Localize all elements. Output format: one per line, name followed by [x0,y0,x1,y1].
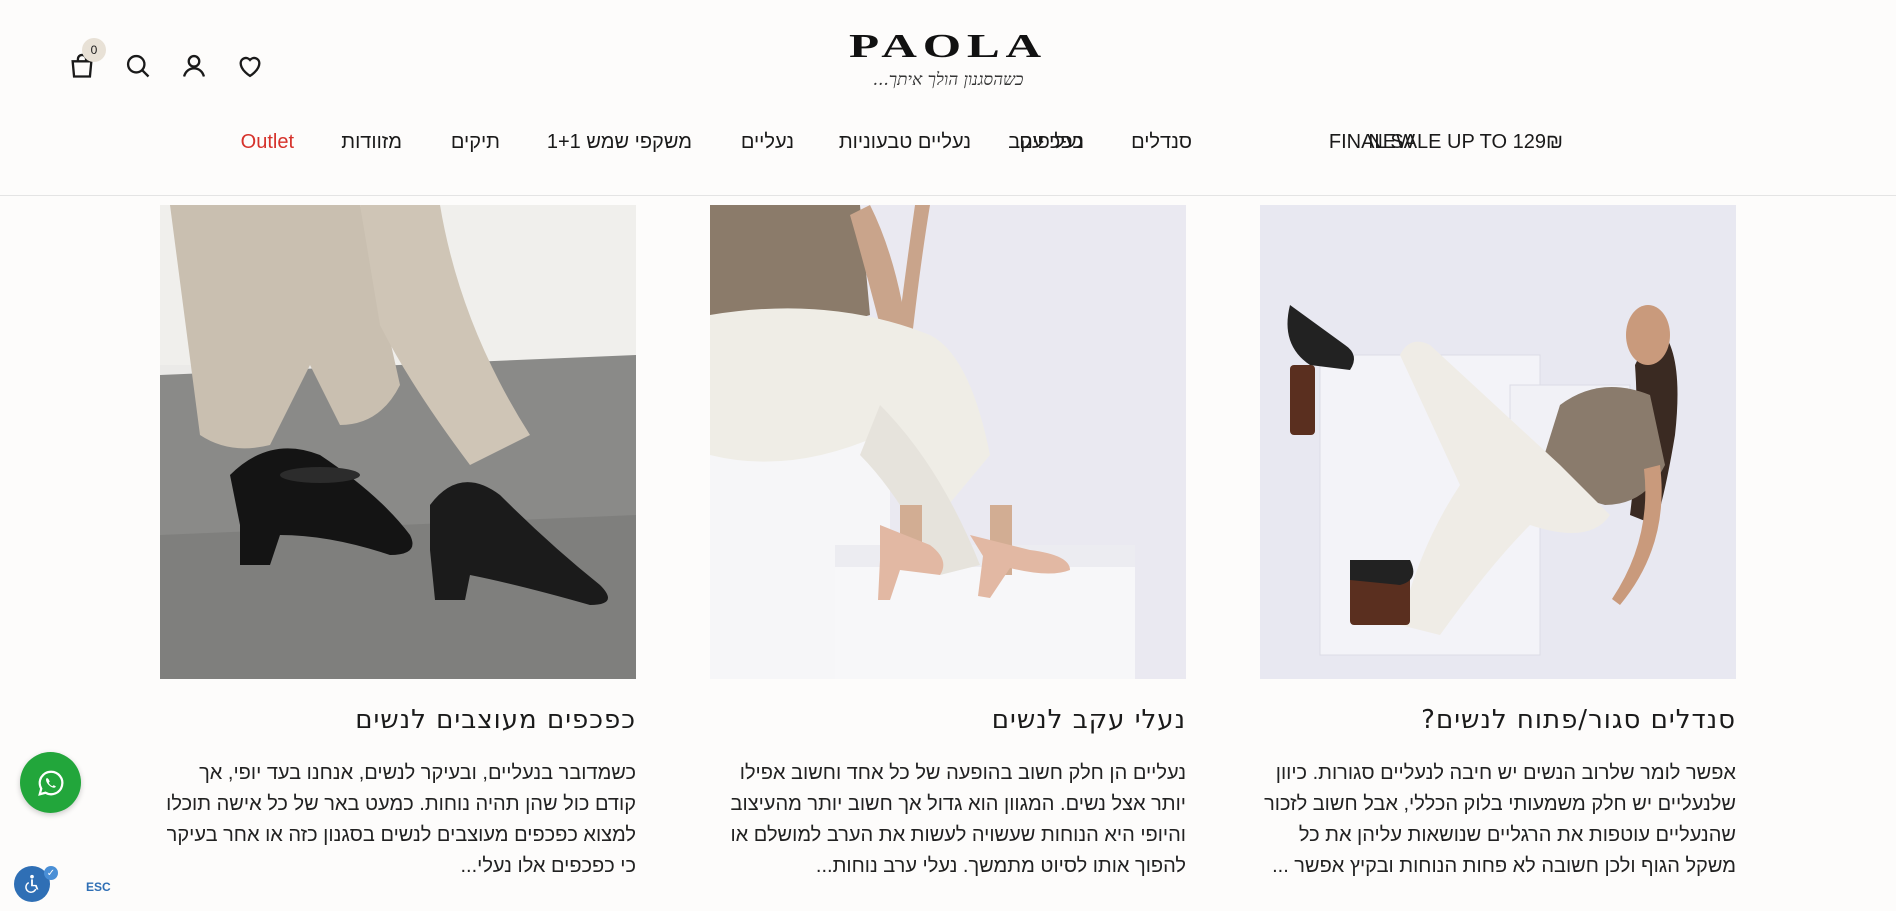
article-image-sandals[interactable] [1260,205,1736,679]
article-excerpt: כשמדובר בנעליים, ובעיקר לנשים, אנחנו בעד… [166,762,636,877]
article-card-heels: נעלי עקב לנשים נעליים הן חלק חשוב בהופעה… [710,205,1186,882]
heart-icon [239,56,261,78]
wishlist-button[interactable] [222,46,278,86]
accessibility-status-icon: ✓ [44,866,58,880]
article-card-slippers: כפכפים מעוצבים לנשים כשמדובר בנעליים, וב… [160,205,636,882]
account-button[interactable] [166,46,222,86]
nav-item-sunglasses[interactable]: משקפי שמש 1+1 [547,131,692,154]
cart-button[interactable]: 0 [54,38,110,86]
article-title[interactable]: כפכפים מעוצבים לנשים [160,705,636,739]
nav-item-slippers[interactable]: כפכפים [1019,131,1083,154]
article-excerpt: נעליים הן חלק חשוב בהופעה של כל אחד וחשו… [730,762,1186,877]
nav-item-final-sale[interactable]: FINAL SALE UP TO 129₪ [1329,131,1563,154]
main-navigation: NEW FINAL SALE UP TO 129₪ נעלי עקב סנדלי… [0,131,1896,167]
user-icon [182,54,206,77]
logo-wordmark: PAOLA [849,28,1047,65]
site-header: 0 PAOLA כשהסגנון הולך איתך... NEW FINAL … [0,0,1896,196]
article-image-heels[interactable] [710,205,1186,679]
search-button[interactable] [110,46,166,86]
article-title[interactable]: נעלי עקב לנשים [710,705,1186,739]
article-title[interactable]: סנדלים סגור/פתוח לנשים? [1260,705,1736,739]
accessibility-icon [25,874,39,893]
nav-item-luggage[interactable]: מזוודות [341,131,402,154]
logo-tagline: כשהסגנון הולך איתך... [872,70,1024,90]
brand-logo[interactable]: PAOLA כשהסגנון הולך איתך... [838,30,1058,104]
cart-count-badge: 0 [82,38,106,62]
article-card-sandals: סנדלים סגור/פתוח לנשים? אפשר לומר שלרוב … [1260,205,1736,882]
nav-item-sandals[interactable]: סנדלים [1131,131,1192,154]
header-icons: 0 [54,38,278,86]
article-image-slippers[interactable] [160,205,636,679]
nav-item-outlet[interactable]: Outlet [241,131,294,154]
whatsapp-button[interactable] [20,752,81,813]
article-excerpt: אפשר לומר שלרוב הנשים יש חיבה לנעליים סג… [1264,762,1736,877]
nav-item-shoes[interactable]: נעליים [741,131,794,154]
nav-item-vegan-shoes[interactable]: נעליים טבעוניות [839,131,971,154]
whatsapp-icon [37,770,63,796]
esc-button[interactable]: ESC [86,880,111,894]
search-icon [126,54,150,78]
nav-item-bags[interactable]: תיקים [451,131,500,154]
